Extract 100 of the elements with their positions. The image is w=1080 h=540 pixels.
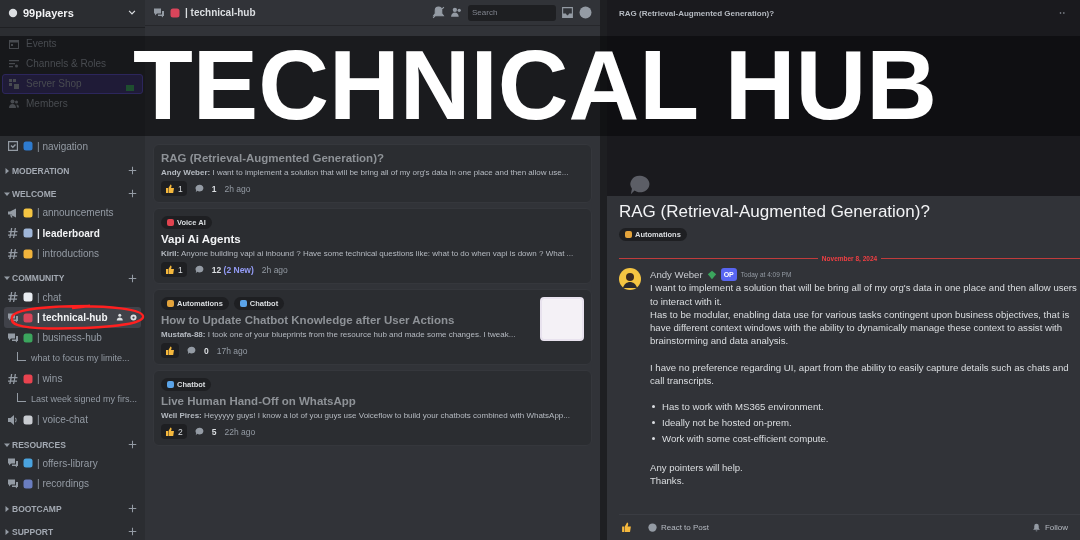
channel-item[interactable]: | introductions: [4, 243, 141, 264]
chat-bubbles-icon: [7, 332, 19, 344]
thumbs-up-button[interactable]: 1: [161, 181, 187, 196]
channel-item[interactable]: | offers-library: [4, 453, 141, 474]
members-icon: [450, 6, 463, 19]
caret-icon: [4, 275, 10, 282]
channel-item[interactable]: | wins: [4, 368, 141, 390]
reply-bubble-icon: [194, 427, 204, 436]
plus-icon: [128, 527, 137, 537]
caret-icon: [4, 528, 10, 535]
react-button[interactable]: React to Post: [642, 522, 716, 533]
post-title: Live Human Hand-Off on WhatsApp: [161, 395, 357, 407]
caret-icon: [4, 441, 10, 448]
gift-icon: [126, 82, 134, 91]
post-card[interactable]: RAG (Retrieval-Augmented Generation)? Andy Weber: I want to implement a solution that will be bring all of my org's data in one place and then allow use... 1 1 2h ago: [153, 144, 592, 203]
bullet-text: Ideally not be hosted on-prem.: [662, 416, 792, 430]
thumbs-up-button[interactable]: [161, 343, 179, 358]
shop-icon: [8, 77, 20, 90]
thread-header-title: RAG (Retrieval-Augmented Generation)?: [619, 8, 775, 18]
thumbs-up-icon: [165, 183, 175, 194]
category-header[interactable]: BOOTCAMP: [0, 494, 145, 518]
speaker-icon: [7, 413, 19, 426]
reply-count: 12 (2 New): [211, 264, 254, 275]
checklist-icon: [7, 140, 19, 153]
bullet-text: Work with some cost-efficient compute.: [662, 431, 829, 446]
badge-icon: [706, 269, 717, 280]
post-time: 17h ago: [216, 345, 248, 356]
plus-icon: [128, 440, 137, 450]
thumbs-up-button[interactable]: 2: [161, 424, 187, 439]
caret-icon: [4, 190, 10, 197]
message-text: Has to be modular, enabling data use for various tasks contingent upon business objectives, that is have different context windows with the ability to dynamically manage these context to assist with brainstorming and data analysis.: [650, 307, 1071, 348]
reply-bubble-icon: [194, 265, 204, 274]
category-header[interactable]: COMMUNITY: [0, 263, 145, 287]
thumbs-up-icon: [165, 426, 175, 437]
plus-icon: [128, 273, 137, 283]
reply-count: 5: [211, 426, 217, 437]
thumbs-up-button[interactable]: 1: [161, 262, 187, 277]
category-header[interactable]: SUPPORT: [0, 517, 145, 540]
calendar-icon: [8, 37, 20, 50]
channel-item[interactable]: | chat: [4, 286, 141, 308]
avatar: [619, 268, 641, 290]
post-title: RAG (Retrieval-Augmented Generation)?: [161, 152, 385, 164]
channel-item[interactable]: | navigation: [4, 135, 141, 157]
chat-bubbles-icon: [7, 477, 19, 490]
chat-bubble-icon: [629, 174, 651, 196]
thread-title: RAG (Retrieval-Augmented Generation)?: [619, 202, 931, 222]
category-header[interactable]: WELCOME: [0, 179, 145, 203]
add-member-icon: [116, 313, 125, 322]
category-header[interactable]: RESOURCES: [0, 430, 145, 454]
post-snippet: Mustafa-88: I took one of your blueprints from the resource hub and made some changes. I tweak...: [161, 330, 517, 339]
thumbs-up-icon: [165, 345, 175, 356]
reply-count: 1: [211, 183, 217, 194]
author-name[interactable]: Andy Weber: [650, 268, 703, 282]
server-name[interactable]: 99players: [23, 7, 122, 20]
message-text: Thanks.: [650, 474, 686, 488]
hash-icon: [7, 227, 19, 240]
channel-item[interactable]: | announcements: [4, 202, 141, 223]
post-title: Vapi Ai Agents: [161, 233, 242, 245]
megaphone-icon: [7, 206, 19, 219]
members-icon: [8, 97, 20, 110]
category-header[interactable]: MODERATION: [0, 156, 145, 180]
hash-icon: [7, 372, 19, 385]
server-badge-icon: [8, 8, 18, 19]
thread-item[interactable]: what to focus my limite...: [12, 348, 141, 369]
plus-icon: [128, 166, 137, 176]
thread-item[interactable]: Last week signed my firs...: [12, 389, 141, 410]
follow-button[interactable]: Follow: [1025, 522, 1074, 533]
post-snippet: Well Pires: Heyyyyy guys! I know a lot of you guys use Voiceflow to build your chatbots combined with WhatsApp...: [161, 411, 571, 420]
message-text: Any pointers will help.: [650, 460, 744, 475]
post-snippet: Andy Weber: I want to implement a solution that will be bring all of my org's data in one place and then allow use...: [161, 168, 570, 177]
caret-icon: [4, 167, 10, 174]
channel-item[interactable]: | business-hub: [4, 327, 141, 349]
chat-bubbles-icon: [153, 6, 165, 19]
emoji-icon: [170, 7, 180, 18]
channel-title: | technical-hub: [185, 7, 257, 18]
channel-item[interactable]: | voice-chat: [4, 409, 141, 431]
message-text: I have no preference regarding UI, apart from the ability to easily capture details such as chats and call transcripts.: [650, 360, 1070, 388]
thumbs-up-icon: [165, 264, 175, 275]
hash-icon: [7, 247, 19, 260]
post-snippet: Kiril: Anyone building vapi ai inbound ? Have some technical questions like: what to do when vapi is down ? What ...: [161, 249, 575, 258]
post-time: 2h ago: [261, 264, 288, 275]
reply-bubble-icon: [187, 346, 196, 355]
reply-count: 0: [204, 345, 209, 356]
search-field[interactable]: Search: [468, 4, 556, 21]
post-title: How to Update Chatbot Knowledge after User Actions: [161, 314, 456, 326]
thumbs-up-icon[interactable]: [621, 522, 632, 533]
bullet-text: Has to work with MS365 environment.: [662, 400, 824, 414]
post-time: 22h ago: [224, 426, 256, 437]
caret-icon: [4, 505, 10, 512]
chat-bubbles-icon: [7, 311, 19, 324]
channel-item[interactable]: | leaderboard: [4, 222, 141, 244]
post-time: 2h ago: [224, 183, 251, 194]
plus-icon: [128, 504, 137, 514]
reply-bubble-icon: [194, 184, 204, 193]
hash-icon: [7, 291, 19, 303]
chat-bubbles-icon: [7, 457, 19, 470]
list-search-icon: [8, 57, 20, 70]
plus-icon: [128, 189, 137, 199]
settings-icon: [129, 313, 138, 322]
channel-item[interactable]: | recordings: [4, 473, 141, 495]
